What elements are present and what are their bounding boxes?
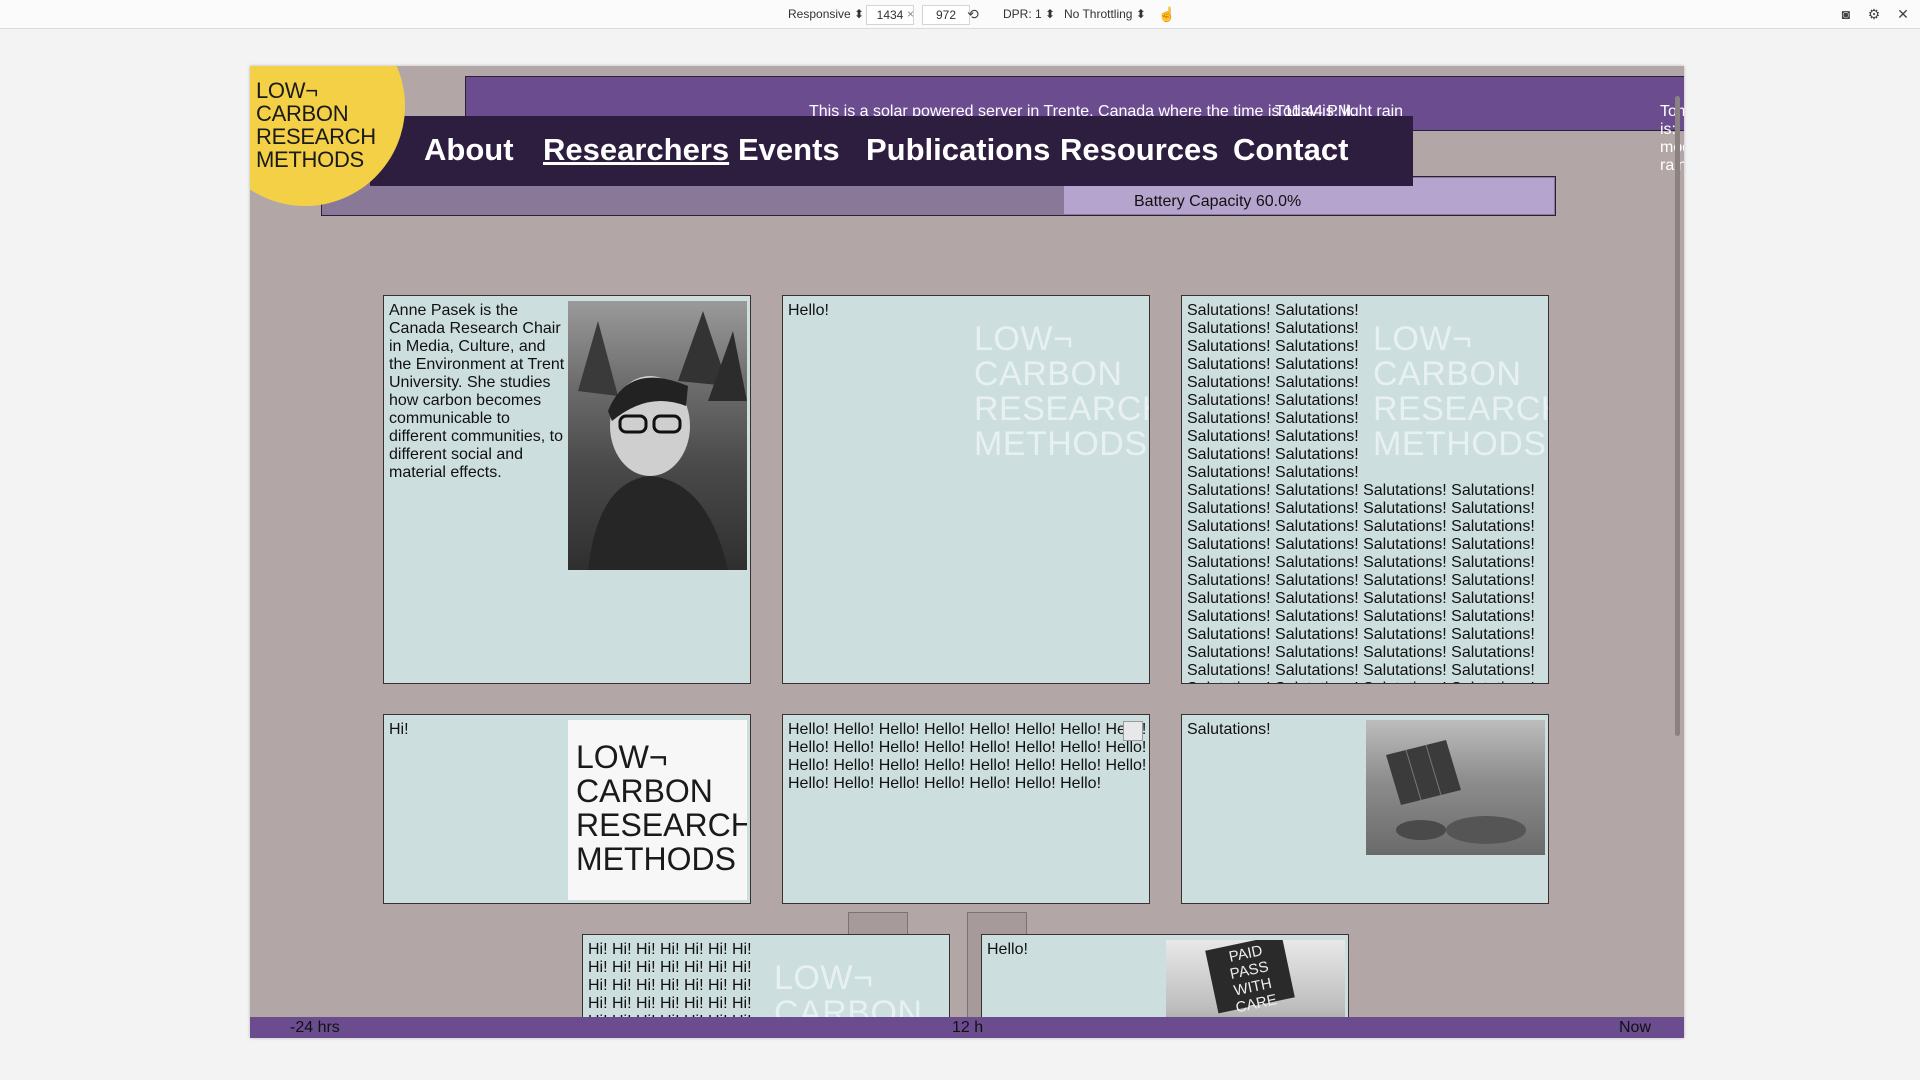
card-text: Hello! xyxy=(788,302,829,319)
card-text: Hello! xyxy=(987,941,1028,958)
researcher-card-hi[interactable]: Hi! LOW¬ CARBON RESEARCH METHODS xyxy=(383,714,751,904)
researcher-card-salutations[interactable]: LOW¬ CARBON RESEARCH METHODS Salutations! … xyxy=(1181,295,1549,684)
nav-about[interactable]: About xyxy=(424,132,514,168)
logo-text: LOW¬ CARBON RESEARCH METHODS xyxy=(256,78,376,172)
screenshot-icon[interactable]: ◙ xyxy=(1836,4,1856,24)
dpr-select[interactable]: DPR: 1 ⬍ xyxy=(1003,5,1055,23)
weather-tomorrow: Tomorrow is: moderate rain xyxy=(1660,103,1684,174)
broken-image-icon xyxy=(1123,721,1143,741)
device-viewport: This is a solar powered server in Trente… xyxy=(250,66,1684,1038)
card-text: Salutations! xyxy=(1187,721,1271,738)
timeline-mid-label: 12 h xyxy=(952,1019,984,1036)
devtools-toolbar: Responsive ⬍ 1434 × 972 ⟲ DPR: 1 ⬍ No Th… xyxy=(0,0,1920,29)
touch-icon[interactable]: ☝ xyxy=(1157,4,1177,24)
card-text: Hi! xyxy=(389,721,409,738)
researcher-card-hello-many[interactable]: Hello! Hello! Hello! Hello! Hello! Hello… xyxy=(782,714,1150,904)
logo-image: LOW¬ CARBON RESEARCH METHODS xyxy=(568,720,747,900)
card-text-lower: Salutations! Salutations! Salutations! S… xyxy=(1187,482,1535,683)
throttling-select[interactable]: No Throttling ⬍ xyxy=(1064,5,1146,23)
researcher-portrait xyxy=(568,301,747,570)
logo-watermark: LOW¬CARBON RESEARCHMETHODS xyxy=(974,320,1150,463)
solar-panel-photo xyxy=(1366,720,1545,855)
close-icon[interactable]: ✕ xyxy=(1893,4,1913,24)
researcher-bio: Anne Pasek is the Canada Research Chair … xyxy=(389,302,565,481)
viewport-scrollbar[interactable] xyxy=(1675,96,1680,736)
logo-watermark: LOW¬CARBON RESEARCHMETHODS xyxy=(1373,320,1549,463)
card-text: Hello! Hello! Hello! Hello! Hello! Hello… xyxy=(788,721,1147,792)
device-select[interactable]: Responsive ⬍ xyxy=(788,5,864,23)
researcher-card-hello[interactable]: Hello! LOW¬ CARBON RESEARCH METHODS xyxy=(782,295,1150,684)
dimension-separator: × xyxy=(907,7,915,21)
battery-timeline[interactable]: -24 hrs 12 h Now xyxy=(250,1017,1684,1038)
timeline-end-label: Now xyxy=(1619,1019,1652,1036)
rotate-icon[interactable]: ⟲ xyxy=(963,4,983,24)
nav-events[interactable]: Events xyxy=(738,132,840,168)
timeline-start-label: -24 hrs xyxy=(290,1019,340,1036)
settings-icon[interactable]: ⚙ xyxy=(1864,4,1884,24)
nav-resources[interactable]: Resources xyxy=(1060,132,1219,168)
card-text-upper: Salutations! Salutations! Salutations! S… xyxy=(1187,302,1359,481)
researcher-card-anne-pasek[interactable]: Anne Pasek is the Canada Research Chair … xyxy=(383,295,751,684)
nav-researchers[interactable]: Researchers xyxy=(543,132,729,168)
main-nav: About Researchers Events Publications Re… xyxy=(370,116,1413,186)
nav-publications[interactable]: Publications xyxy=(866,132,1050,168)
researcher-card-salutations-short[interactable]: Salutations! xyxy=(1181,714,1549,904)
nav-contact[interactable]: Contact xyxy=(1233,132,1348,168)
battery-label: Battery Capacity 60.0% xyxy=(1134,193,1302,210)
